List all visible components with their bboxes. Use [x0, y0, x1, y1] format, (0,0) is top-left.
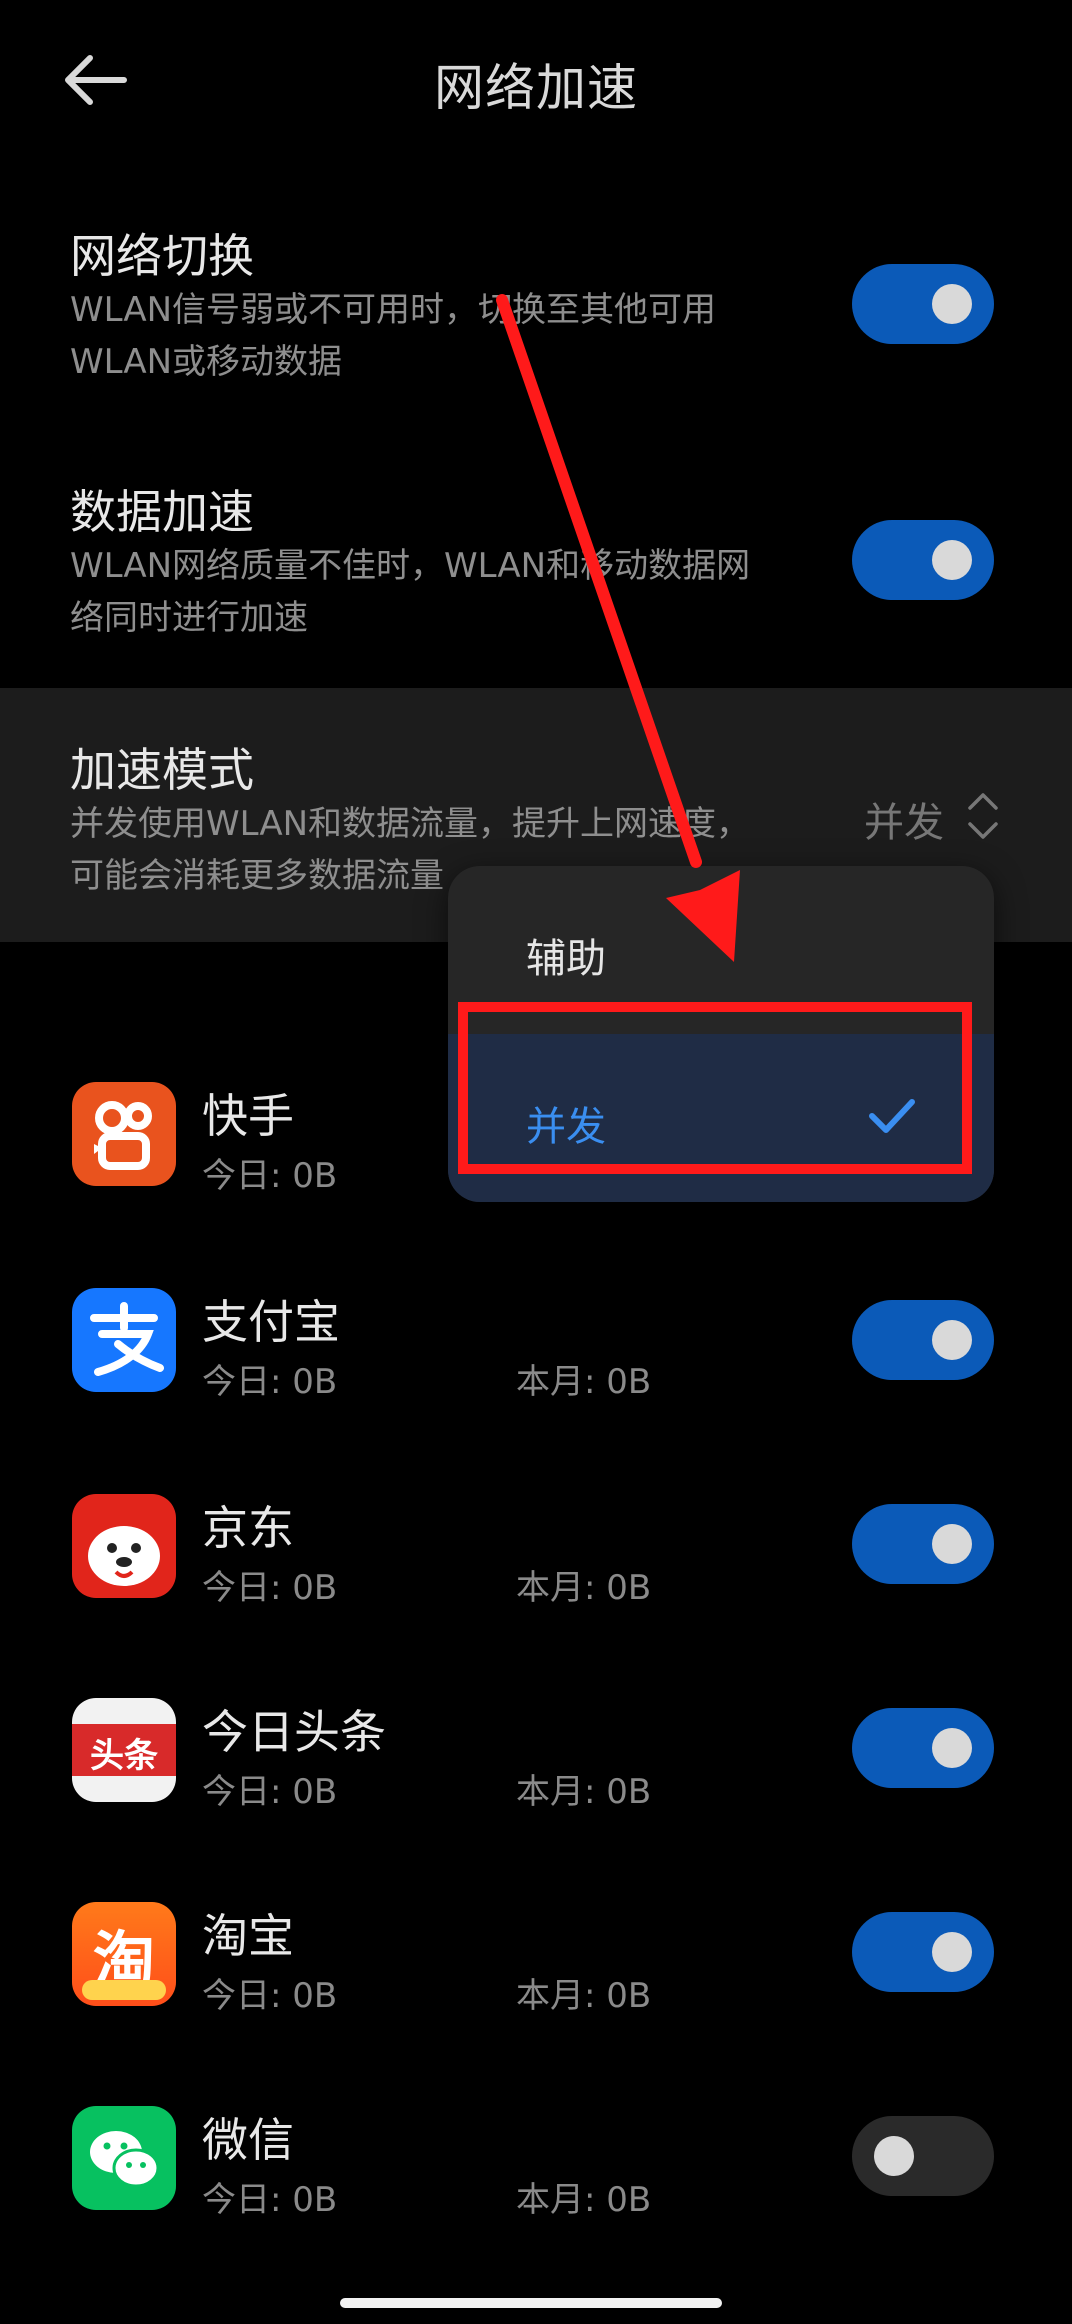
home-indicator[interactable]: [340, 2298, 722, 2308]
annotation-arrow-icon: [496, 294, 740, 962]
